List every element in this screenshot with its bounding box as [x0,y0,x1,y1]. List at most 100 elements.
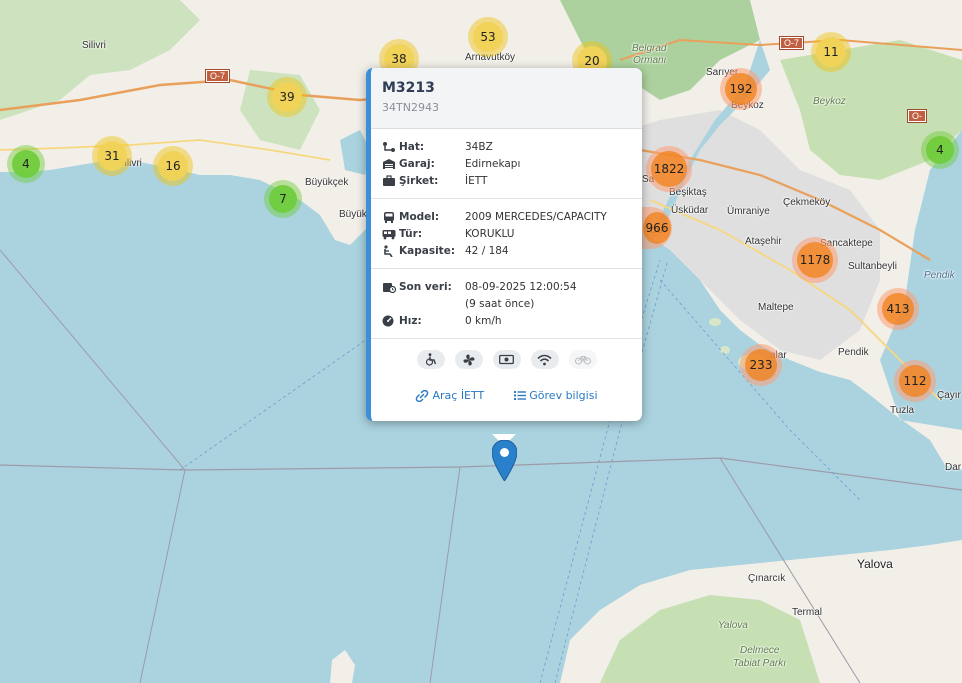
cluster-count: 31 [97,141,127,171]
place-label: Çınarcık [748,573,786,584]
cluster-marker[interactable]: 53 [468,17,508,57]
cluster-count: 16 [158,151,188,181]
features-row [371,339,642,377]
son-veri-label: Son veri: [399,281,452,293]
vehicle-location-marker[interactable] [492,440,517,481]
place-label: Belgrad [632,43,667,54]
place-label: Büyükçek [305,177,349,188]
calendar-clock-icon [383,283,396,293]
briefcase-icon [383,175,395,186]
cluster-marker[interactable]: 413 [877,288,919,330]
road-shield: O-7 [204,69,231,83]
gorev-bilgisi-link[interactable]: Görev bilgisi [514,389,598,402]
garaj-label: Garaj: [399,158,435,170]
vehicle-id: M3213 [382,80,435,96]
place-label: Üsküdar [671,205,709,216]
hat-row: Hat: 34BZ [382,139,642,156]
cluster-marker[interactable]: 16 [153,146,193,186]
place-label: Çayır [937,390,961,401]
place-label: Yalova [718,620,748,631]
cluster-count: 233 [745,349,777,381]
place-label: Pendik [924,270,955,281]
cluster-marker[interactable]: 7 [264,180,302,218]
place-label: Delmece [740,645,780,656]
cluster-count: 966 [643,212,671,244]
tur-row: Tür: KORUKLU [382,226,642,243]
place-label: Ormanı [633,55,667,66]
road-shield: O- [907,109,927,123]
model-label: Model: [399,211,440,223]
son-veri-value: 08-09-2025 12:00:54 (9 saat önce) [465,279,577,313]
garaj-value: Edirnekapı [465,158,521,170]
hat-label: Hat: [399,141,425,153]
place-label: Ümraniye [727,206,770,217]
route-section: Hat: 34BZ Garaj: Edirnekapı Şirket: İETT [371,129,642,199]
road-shield: O-7 [778,36,805,50]
cluster-marker[interactable]: 233 [740,344,782,386]
cluster-count: 112 [899,365,931,397]
articulated-bus-icon [382,230,396,240]
garage-icon [383,159,395,169]
cluster-marker[interactable]: 4 [7,145,45,183]
arac-iett-label: Araç İETT [432,389,485,402]
place-label: Tuzla [890,405,915,416]
arac-iett-link[interactable]: Araç İETT [415,389,484,402]
place-label: Beykoz [813,96,846,107]
vehicle-section: Model: 2009 MERCEDES/CAPACITY Tür: KORUK… [371,199,642,269]
wheelchair-icon [416,350,445,369]
place-label: Ataşehir [745,236,782,247]
cluster-marker[interactable]: 11 [811,32,851,72]
cluster-count: 39 [272,82,302,112]
wifi-icon [530,350,559,369]
cluster-marker[interactable]: 112 [894,360,936,402]
tur-value: KORUKLU [465,228,515,240]
place-label: Büyük [339,209,367,220]
place-label: Sultanbeyli [848,261,897,272]
sirket-value: İETT [465,175,488,187]
cluster-count: 7 [269,185,297,213]
seat-icon [384,245,393,257]
bicycle-icon [568,350,597,369]
place-label: Maltepe [758,302,794,313]
cluster-marker[interactable]: 1178 [792,237,838,283]
vehicle-plate: 34TN2943 [382,101,439,114]
place-label: Çekmeköy [783,197,831,208]
place-label: Pendik [838,347,869,358]
list-icon [514,391,527,400]
sirket-row: Şirket: İETT [382,173,642,190]
place-label: Tabiat Parkı [733,658,786,669]
kapasite-label: Kapasite: [399,245,456,257]
status-section: Son veri: 08-09-2025 12:00:54 (9 saat ön… [371,269,642,339]
sirket-label: Şirket: [399,175,439,187]
link-icon [416,389,429,402]
hiz-value: 0 km/h [465,315,502,327]
place-label: Yalova [857,557,893,571]
place-label: Termal [792,607,823,618]
cluster-count: 11 [816,37,846,67]
cluster-marker[interactable]: 1822 [646,146,692,192]
cluster-marker[interactable]: 31 [92,136,132,176]
garaj-row: Garaj: Edirnekapı [382,156,642,173]
fan-icon [454,350,483,369]
son-veri-row: Son veri: 08-09-2025 12:00:54 (9 saat ön… [382,279,642,313]
popup-header: M3213 34TN2943 [371,68,642,129]
hat-value: 34BZ [465,141,493,153]
son-veri-timestamp: 08-09-2025 12:00:54 [465,281,577,293]
vehicle-popup: M3213 34TN2943 Hat: 34BZ Garaj: Edirneka… [366,68,642,421]
cluster-count: 4 [926,136,954,164]
route-icon [383,142,395,152]
kapasite-row: Kapasite: 42 / 184 [382,243,642,260]
cluster-count: 192 [725,73,757,105]
cluster-count: 53 [473,22,503,52]
cluster-marker[interactable]: 192 [720,68,762,110]
hiz-row: Hız: 0 km/h [382,313,642,330]
tur-label: Tür: [399,228,423,240]
hiz-label: Hız: [399,315,422,327]
model-row: Model: 2009 MERCEDES/CAPACITY [382,209,642,226]
cluster-count: 413 [882,293,914,325]
bus-icon [384,212,394,223]
cluster-count: 1822 [651,151,687,187]
cluster-marker[interactable]: 4 [921,131,959,169]
cluster-marker[interactable]: 39 [267,77,307,117]
kapasite-value: 42 / 184 [465,245,509,257]
